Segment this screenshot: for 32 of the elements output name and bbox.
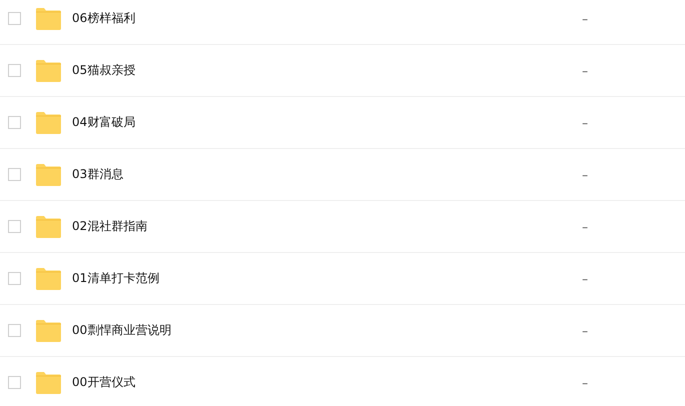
- folder-icon: [36, 372, 61, 394]
- checkbox[interactable]: [8, 324, 21, 337]
- checkbox[interactable]: [8, 12, 21, 25]
- file-size: –: [582, 220, 588, 234]
- folder-name[interactable]: 05猫叔亲授: [72, 62, 552, 79]
- folder-name[interactable]: 00剽悍商业营说明: [72, 322, 552, 339]
- folder-icon: [36, 164, 61, 186]
- folder-name[interactable]: 01清单打卡范例: [72, 270, 552, 287]
- folder-icon: [36, 268, 61, 290]
- checkbox[interactable]: [8, 64, 21, 77]
- folder-name[interactable]: 00开营仪式: [72, 374, 552, 391]
- checkbox[interactable]: [8, 168, 21, 181]
- checkbox[interactable]: [8, 376, 21, 389]
- folder-name[interactable]: 02混社群指南: [72, 218, 552, 235]
- folder-icon: [36, 112, 61, 134]
- folder-name[interactable]: 03群消息: [72, 166, 552, 183]
- folder-name[interactable]: 06榜样福利: [72, 10, 552, 27]
- folder-name[interactable]: 04财富破局: [72, 114, 552, 131]
- file-size: –: [582, 116, 588, 130]
- file-size: –: [582, 168, 588, 182]
- file-size: –: [582, 272, 588, 286]
- folder-icon: [36, 216, 61, 238]
- file-size: –: [582, 12, 588, 26]
- file-size: –: [582, 376, 588, 390]
- folder-icon: [36, 320, 61, 342]
- folder-icon: [36, 8, 61, 30]
- file-size: –: [582, 324, 588, 338]
- file-size: –: [582, 64, 588, 78]
- checkbox[interactable]: [8, 272, 21, 285]
- folder-icon: [36, 60, 61, 82]
- checkbox[interactable]: [8, 220, 21, 233]
- checkbox[interactable]: [8, 116, 21, 129]
